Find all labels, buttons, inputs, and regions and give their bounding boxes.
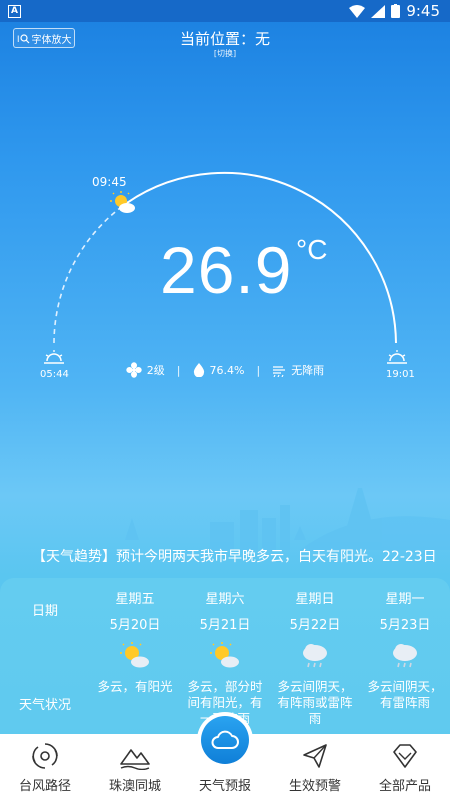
- forecast-weekday: 星期一: [385, 592, 425, 607]
- forecast-date: 5月23日: [379, 618, 431, 633]
- humidity-value: 76.4%: [209, 363, 245, 377]
- app-badge: A: [8, 4, 21, 18]
- location-switch-link[interactable]: [切换]: [0, 48, 450, 59]
- cloud-icon: [211, 730, 239, 749]
- temperature-unit: °C: [296, 234, 328, 265]
- nav-item-warnings[interactable]: 生效预警: [270, 734, 360, 800]
- nav-label: 天气预报: [198, 779, 251, 794]
- nav-item-all-products[interactable]: 全部产品: [360, 734, 450, 800]
- droplet-icon: [193, 363, 204, 377]
- nav-label: 生效预警: [288, 779, 341, 794]
- partly-sunny-icon: [210, 642, 239, 668]
- status-bar: A 9:45: [0, 0, 450, 22]
- forecast-button-circle: [201, 716, 249, 764]
- cityscape-illustration: [125, 488, 450, 550]
- rain-icon: [273, 366, 286, 377]
- sun-position-icon: [110, 191, 135, 213]
- wifi-icon: [349, 4, 366, 18]
- condition-row-label: 天气状况: [18, 698, 71, 713]
- signal-icon: [371, 4, 386, 18]
- nav-label: 珠澳同城: [108, 779, 161, 794]
- send-icon: [303, 744, 327, 768]
- weather-metrics: 2级 | 76.4% | 无降雨: [0, 362, 450, 378]
- forecast-date: 5月20日: [109, 618, 161, 633]
- typhoon-icon: [32, 743, 58, 769]
- weather-trend-ticker[interactable]: 【天气趋势】预计今明两天我市早晚多云，白天有阳光。22-23日: [0, 545, 450, 569]
- forecast-description: 多云间阴天，有阵雨或雷阵雨: [277, 679, 353, 726]
- forecast-description: 多云间阴天，有雷阵雨: [367, 679, 443, 710]
- diamond-icon: [393, 744, 417, 768]
- divider: |: [176, 363, 181, 377]
- wind-level: 2级: [146, 364, 165, 377]
- cloudy-rain-icon: [303, 644, 327, 668]
- current-location[interactable]: 当前位置：无: [0, 28, 450, 49]
- humidity-metric: 76.4%: [193, 363, 245, 377]
- nav-item-typhoon[interactable]: 台风路径: [0, 734, 90, 800]
- battery-icon: [391, 4, 401, 18]
- rain-status: 无降雨: [291, 364, 325, 377]
- nav-label: 全部产品: [378, 779, 431, 794]
- forecast-weekday: 星期日: [295, 592, 335, 607]
- forecast-date: 5月21日: [199, 618, 251, 633]
- partly-sunny-icon: [120, 642, 149, 668]
- forecast-date: 5月22日: [289, 618, 341, 633]
- status-time: 9:45: [406, 2, 440, 20]
- forecast-description: 多云，有阳光: [97, 679, 173, 694]
- wind-metric: 2级: [126, 362, 165, 378]
- nav-item-zhuhai-macau[interactable]: 珠澳同城: [90, 734, 180, 800]
- forecast-weekday: 星期五: [115, 592, 155, 607]
- forecast-center-button[interactable]: [197, 712, 253, 768]
- nav-label: 台风路径: [18, 779, 71, 794]
- mountain-icon: [120, 749, 150, 770]
- rain-metric: 无降雨: [272, 362, 324, 378]
- temperature-value: 26.9: [160, 233, 293, 307]
- cloudy-rain-icon: [393, 644, 417, 668]
- fan-icon: [126, 362, 142, 378]
- divider: |: [256, 363, 261, 377]
- forecast-panel: 日期 天气状况 星期五 5月20日 多云，有阳光 星期六 5月21日 多云，部分…: [0, 578, 450, 734]
- forecast-weekday: 星期六: [205, 592, 245, 607]
- current-time-label: 09:45: [92, 175, 127, 189]
- date-row-label: 日期: [31, 604, 58, 619]
